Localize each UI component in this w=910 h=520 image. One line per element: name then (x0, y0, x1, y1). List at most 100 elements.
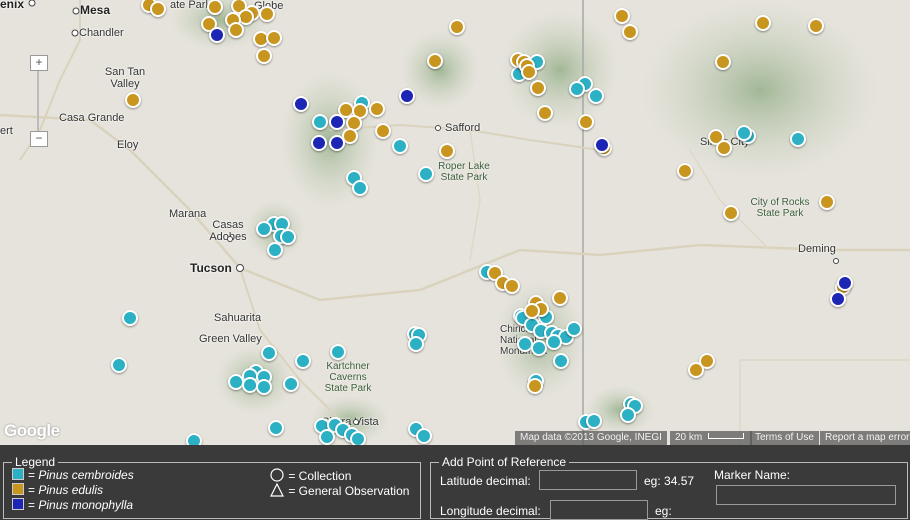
city-label: Eloy (117, 139, 139, 151)
city-label: ate Park (170, 0, 211, 11)
marker-edulis[interactable] (259, 6, 275, 22)
marker-edulis[interactable] (578, 114, 594, 130)
legend-prefix: = (28, 483, 39, 497)
marker-edulis[interactable] (819, 194, 835, 210)
marker-monophylla[interactable] (329, 135, 345, 151)
marker-cembroides[interactable] (418, 166, 434, 182)
marker-cembroides[interactable] (111, 357, 127, 373)
marker-monophylla[interactable] (830, 291, 846, 307)
longitude-input[interactable] (550, 500, 648, 520)
marker-edulis[interactable] (688, 362, 704, 378)
marker-edulis[interactable] (504, 278, 520, 294)
marker-cembroides[interactable] (186, 433, 202, 445)
marker-edulis[interactable] (524, 303, 540, 319)
bottom-panel: Legend = Pinus cembroides = Pinus edulis… (0, 445, 910, 520)
marker-cembroides[interactable] (566, 321, 582, 337)
marker-edulis[interactable] (449, 19, 465, 35)
marker-edulis[interactable] (622, 24, 638, 40)
report-map-error-link[interactable]: Report a map error (820, 431, 910, 445)
marker-edulis[interactable] (677, 163, 693, 179)
city-label: enix (0, 0, 25, 11)
circle-icon (270, 468, 284, 482)
marker-cembroides[interactable] (352, 180, 368, 196)
marker-cembroides[interactable] (408, 336, 424, 352)
marker-cembroides[interactable] (267, 242, 283, 258)
marker-monophylla[interactable] (209, 27, 225, 43)
marker-edulis[interactable] (228, 22, 244, 38)
marker-cembroides[interactable] (350, 431, 366, 445)
marker-edulis[interactable] (375, 123, 391, 139)
marker-edulis[interactable] (723, 205, 739, 221)
latitude-example: eg: 34.57 (644, 474, 695, 488)
marker-monophylla[interactable] (399, 88, 415, 104)
marker-cembroides[interactable] (531, 340, 547, 356)
marker-edulis[interactable] (256, 48, 272, 64)
city-label: Casas Adobes (209, 219, 247, 243)
marker-edulis[interactable] (521, 64, 537, 80)
marker-edulis[interactable] (125, 92, 141, 108)
map-canvas[interactable]: enix Mesa Globe Chandler San Tan Valley … (0, 0, 910, 445)
marker-cembroides[interactable] (280, 229, 296, 245)
marker-cembroides[interactable] (736, 125, 752, 141)
city-label: Tucson (190, 261, 232, 275)
terms-of-use-link[interactable]: Terms of Use (750, 431, 819, 445)
city-label: Marana (169, 208, 207, 220)
marker-edulis[interactable] (614, 8, 630, 24)
marker-monophylla[interactable] (837, 275, 853, 291)
marker-cembroides[interactable] (319, 429, 335, 445)
marker-cembroides[interactable] (330, 344, 346, 360)
marker-edulis[interactable] (266, 30, 282, 46)
marker-cembroides[interactable] (256, 221, 272, 237)
zoom-in-button[interactable]: + (30, 55, 48, 71)
marker-edulis[interactable] (537, 105, 553, 121)
legend-species-name: Pinus cembroides (38, 468, 134, 482)
marker-edulis[interactable] (755, 15, 771, 31)
marker-edulis[interactable] (439, 143, 455, 159)
scale-line (708, 433, 745, 439)
marker-monophylla[interactable] (311, 135, 327, 151)
marker-cembroides[interactable] (268, 420, 284, 436)
marker-edulis[interactable] (552, 290, 568, 306)
marker-monophylla[interactable] (293, 96, 309, 112)
add-point-title: Add Point of Reference (442, 455, 567, 469)
marker-monophylla[interactable] (329, 114, 345, 130)
legend-shape-label: = General Observation (288, 484, 410, 498)
marker-edulis[interactable] (427, 53, 443, 69)
marker-cembroides[interactable] (261, 345, 277, 361)
marker-cembroides[interactable] (588, 88, 604, 104)
marker-cembroides[interactable] (546, 334, 562, 350)
marker-cembroides[interactable] (392, 138, 408, 154)
marker-cembroides[interactable] (283, 376, 299, 392)
marker-cembroides[interactable] (295, 353, 311, 369)
marker-edulis[interactable] (527, 378, 543, 394)
scale-label: 20 km (675, 432, 703, 443)
marker-edulis[interactable] (150, 1, 166, 17)
marker-edulis[interactable] (808, 18, 824, 34)
marker-cembroides[interactable] (569, 81, 585, 97)
marker-cembroides[interactable] (122, 310, 138, 326)
marker-cembroides[interactable] (416, 428, 432, 444)
marker-cembroides[interactable] (312, 114, 328, 130)
marker-cembroides[interactable] (256, 379, 272, 395)
latitude-input[interactable] (539, 470, 637, 490)
marker-monophylla[interactable] (594, 137, 610, 153)
zoom-out-button[interactable]: − (30, 131, 48, 147)
zoom-slider-track[interactable] (37, 60, 39, 140)
marker-edulis[interactable] (715, 54, 731, 70)
marker-cembroides[interactable] (586, 413, 602, 429)
swatch-icon (12, 498, 24, 510)
city-label: ert (0, 125, 13, 137)
marker-edulis[interactable] (369, 101, 385, 117)
marker-name-input[interactable] (716, 485, 896, 505)
legend-shape-label: = Collection (288, 469, 352, 483)
park-label: Kartchner Caverns State Park (324, 361, 372, 394)
marker-cembroides[interactable] (553, 353, 569, 369)
marker-cembroides[interactable] (620, 407, 636, 423)
city-label: Chandler (79, 27, 124, 39)
marker-edulis[interactable] (716, 140, 732, 156)
swatch-icon (12, 468, 24, 480)
google-logo[interactable]: Google (4, 421, 60, 441)
marker-edulis[interactable] (530, 80, 546, 96)
marker-cembroides[interactable] (790, 131, 806, 147)
city-label: Casa Grande (59, 112, 125, 124)
